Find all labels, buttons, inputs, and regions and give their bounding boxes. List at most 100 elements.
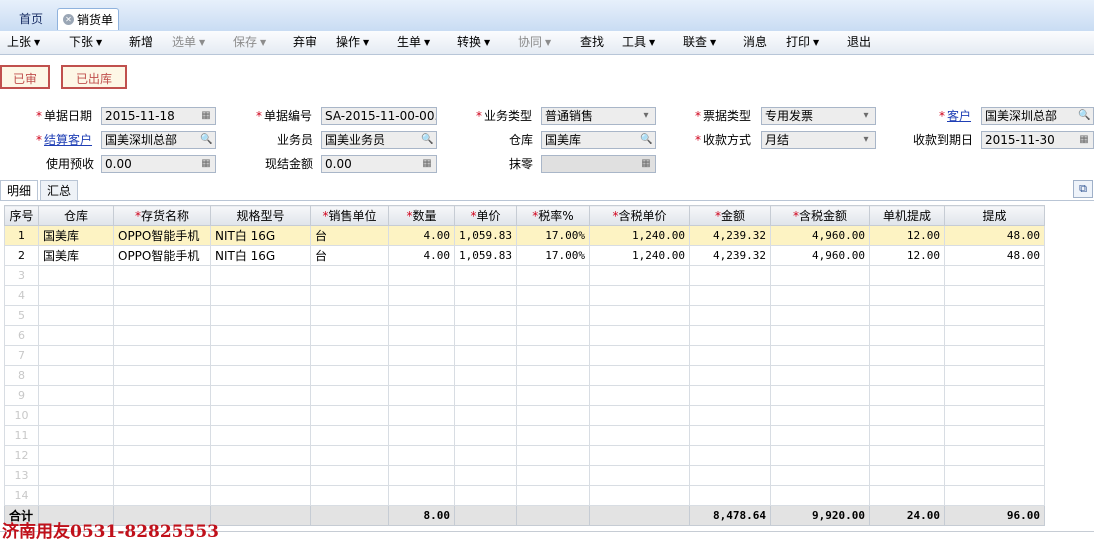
- search-icon[interactable]: 🔍: [421, 134, 433, 146]
- table-cell[interactable]: [210, 385, 311, 406]
- table-cell[interactable]: [869, 445, 945, 466]
- table-cell[interactable]: [38, 365, 114, 386]
- table-cell[interactable]: NIT白 16G: [210, 245, 311, 266]
- due-date-field[interactable]: 2015-11-30 ▦: [981, 131, 1094, 149]
- table-cell[interactable]: [454, 285, 517, 306]
- table-cell[interactable]: [589, 345, 690, 366]
- table-cell[interactable]: [454, 325, 517, 346]
- table-cell[interactable]: [770, 285, 870, 306]
- generate-button[interactable]: 生单 ▼: [397, 31, 430, 54]
- table-cell[interactable]: [388, 465, 455, 486]
- table-cell[interactable]: OPPO智能手机: [113, 245, 211, 266]
- print-button[interactable]: 打印 ▼: [786, 31, 819, 54]
- table-cell[interactable]: [944, 425, 1045, 446]
- next-button[interactable]: 下张 ▼: [69, 31, 102, 54]
- table-cell[interactable]: [38, 345, 114, 366]
- table-cell[interactable]: 4,960.00: [770, 225, 870, 246]
- table-cell[interactable]: [210, 325, 311, 346]
- prev-button[interactable]: 上张 ▼: [7, 31, 40, 54]
- table-cell[interactable]: [113, 285, 211, 306]
- table-cell[interactable]: [454, 385, 517, 406]
- warehouse-field[interactable]: 国美库 🔍: [541, 131, 656, 149]
- table-row[interactable]: 2 国美库 OPPO智能手机 NIT白 16G 台 4.00 1,059.83 17.00% 1…: [4, 245, 1045, 266]
- table-cell[interactable]: 4,239.32: [689, 245, 771, 266]
- table-cell[interactable]: [944, 485, 1045, 506]
- table-cell[interactable]: 17.00%: [516, 225, 590, 246]
- table-row-empty[interactable]: 11: [4, 425, 1045, 446]
- settle-customer-label[interactable]: * 结算客户: [36, 131, 92, 149]
- table-cell[interactable]: [454, 345, 517, 366]
- table-cell[interactable]: [689, 365, 771, 386]
- table-cell[interactable]: [388, 325, 455, 346]
- customer-label[interactable]: * 客户: [939, 107, 971, 125]
- doc-no-field[interactable]: SA-2015-11-00-00...: [321, 107, 437, 125]
- table-cell[interactable]: [589, 485, 690, 506]
- table-cell[interactable]: [689, 465, 771, 486]
- table-cell[interactable]: [869, 425, 945, 446]
- table-cell[interactable]: [516, 345, 590, 366]
- table-cell[interactable]: [310, 485, 389, 506]
- table-cell[interactable]: [589, 445, 690, 466]
- table-cell[interactable]: [944, 445, 1045, 466]
- table-cell[interactable]: 4.00: [388, 225, 455, 246]
- table-cell[interactable]: [113, 345, 211, 366]
- new-button[interactable]: 新增: [129, 31, 153, 54]
- table-cell[interactable]: [310, 405, 389, 426]
- table-cell[interactable]: [689, 405, 771, 426]
- table-cell[interactable]: [310, 385, 389, 406]
- copy-icon[interactable]: ⧉: [1073, 180, 1093, 198]
- col-header-unit-commission[interactable]: 单机提成: [869, 205, 945, 226]
- table-cell[interactable]: [38, 325, 114, 346]
- table-cell[interactable]: [770, 305, 870, 326]
- tab-detail[interactable]: 明细: [0, 180, 38, 200]
- table-row-empty[interactable]: 7: [4, 345, 1045, 366]
- payment-method-select[interactable]: 月结 ▾: [761, 131, 876, 149]
- col-header-price[interactable]: *单价: [454, 205, 517, 226]
- table-cell[interactable]: [113, 485, 211, 506]
- table-cell[interactable]: 48.00: [944, 245, 1045, 266]
- table-cell[interactable]: [770, 425, 870, 446]
- table-cell[interactable]: [388, 425, 455, 446]
- tools-button[interactable]: 工具 ▼: [622, 31, 655, 54]
- table-cell[interactable]: [869, 485, 945, 506]
- table-cell[interactable]: [689, 425, 771, 446]
- operate-button[interactable]: 操作 ▼: [336, 31, 369, 54]
- table-cell[interactable]: [516, 485, 590, 506]
- table-cell[interactable]: [869, 305, 945, 326]
- table-cell[interactable]: [589, 365, 690, 386]
- table-cell[interactable]: [454, 485, 517, 506]
- table-cell[interactable]: [944, 465, 1045, 486]
- doc-date-field[interactable]: 2015-11-18 ▦: [101, 107, 216, 125]
- table-cell[interactable]: [589, 265, 690, 286]
- table-row-empty[interactable]: 14: [4, 485, 1045, 506]
- message-button[interactable]: 消息: [743, 31, 767, 54]
- convert-button[interactable]: 转换 ▼: [457, 31, 490, 54]
- settle-customer-field[interactable]: 国美深圳总部 🔍: [101, 131, 216, 149]
- table-row-empty[interactable]: 5: [4, 305, 1045, 326]
- table-cell[interactable]: 4,239.32: [689, 225, 771, 246]
- table-cell[interactable]: [770, 365, 870, 386]
- table-cell[interactable]: 2: [4, 245, 39, 266]
- col-header-commission[interactable]: 提成: [944, 205, 1045, 226]
- table-cell[interactable]: [516, 425, 590, 446]
- table-cell[interactable]: [869, 285, 945, 306]
- table-cell[interactable]: [589, 405, 690, 426]
- table-cell[interactable]: [210, 465, 311, 486]
- table-cell[interactable]: 4,960.00: [770, 245, 870, 266]
- table-cell[interactable]: [210, 485, 311, 506]
- table-cell[interactable]: [210, 365, 311, 386]
- table-cell[interactable]: [869, 345, 945, 366]
- table-cell[interactable]: [310, 365, 389, 386]
- table-cell[interactable]: [454, 425, 517, 446]
- table-cell[interactable]: [38, 305, 114, 326]
- table-cell[interactable]: 台: [310, 225, 389, 246]
- table-cell[interactable]: [944, 305, 1045, 326]
- tab-summary[interactable]: 汇总: [40, 180, 78, 200]
- table-cell[interactable]: [516, 265, 590, 286]
- table-cell[interactable]: [38, 465, 114, 486]
- col-header-unit[interactable]: *销售单位: [310, 205, 389, 226]
- cash-field[interactable]: 0.00 ▦: [321, 155, 437, 173]
- table-cell[interactable]: [310, 285, 389, 306]
- table-cell[interactable]: [113, 325, 211, 346]
- search-icon[interactable]: 🔍: [1078, 110, 1090, 122]
